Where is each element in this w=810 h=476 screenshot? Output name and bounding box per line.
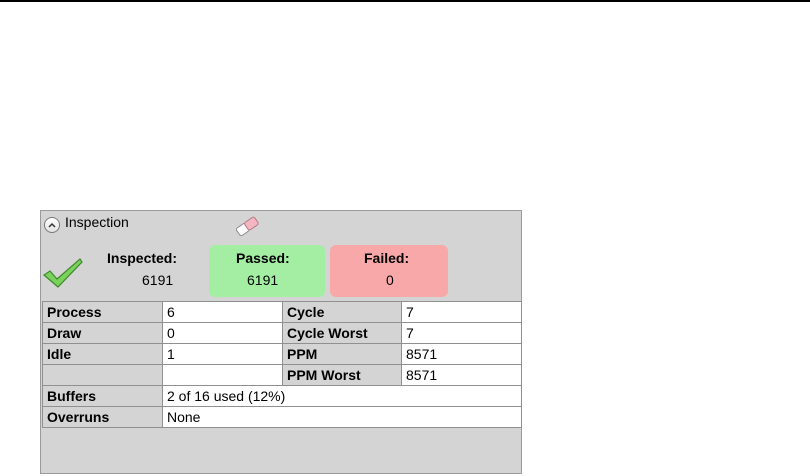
table-row: Idle 1 PPM 8571 — [42, 343, 522, 365]
draw-value: 0 — [162, 322, 283, 344]
passed-label: Passed: — [236, 250, 290, 266]
passed-value: 6191 — [247, 272, 279, 288]
table-row: Buffers 2 of 16 used (12%) — [42, 385, 522, 407]
overruns-label: Overruns — [42, 406, 163, 428]
buffers-label: Buffers — [42, 385, 163, 407]
inspection-panel: Inspection Inspected: 6191 Passed: 6191 … — [40, 210, 522, 474]
failed-counter: Failed: 0 — [330, 245, 448, 297]
cycle-worst-label: Cycle Worst — [282, 322, 402, 344]
inspected-value: 6191 — [142, 272, 174, 288]
checkmark-icon — [43, 258, 83, 288]
table-row: Process 6 Cycle 7 — [42, 301, 522, 323]
buffers-value: 2 of 16 used (12%) — [162, 385, 522, 407]
failed-value: 0 — [386, 272, 394, 288]
cycle-value: 7 — [401, 301, 522, 323]
panel-title: Inspection — [65, 214, 129, 230]
passed-counter: Passed: 6191 — [209, 245, 325, 297]
table-row: Draw 0 Cycle Worst 7 — [42, 322, 522, 344]
failed-label: Failed: — [364, 250, 410, 266]
stats-table: Process 6 Cycle 7 Draw 0 Cycle Worst 7 I… — [42, 301, 522, 428]
ppm-worst-value: 8571 — [401, 364, 522, 386]
ppm-worst-label: PPM Worst — [282, 364, 402, 386]
idle-value: 1 — [162, 343, 283, 365]
ppm-label: PPM — [282, 343, 402, 365]
cycle-worst-value: 7 — [401, 322, 522, 344]
draw-label: Draw — [42, 322, 163, 344]
cycle-label: Cycle — [282, 301, 402, 323]
empty-label-cell — [42, 364, 163, 386]
idle-label: Idle — [42, 343, 163, 365]
top-divider — [0, 0, 810, 2]
ppm-value: 8571 — [401, 343, 522, 365]
process-value: 6 — [162, 301, 283, 323]
overruns-value: None — [162, 406, 522, 428]
inspection-panel-header: Inspection — [41, 211, 521, 237]
table-row: Overruns None — [42, 406, 522, 428]
process-label: Process — [42, 301, 163, 323]
table-row: PPM Worst 8571 — [42, 364, 522, 386]
inspected-counter: Inspected: 6191 — [95, 245, 203, 297]
eraser-icon[interactable] — [233, 216, 261, 236]
inspected-label: Inspected: — [107, 250, 178, 266]
chevron-up-icon[interactable] — [44, 217, 60, 233]
empty-value-cell — [162, 364, 283, 386]
